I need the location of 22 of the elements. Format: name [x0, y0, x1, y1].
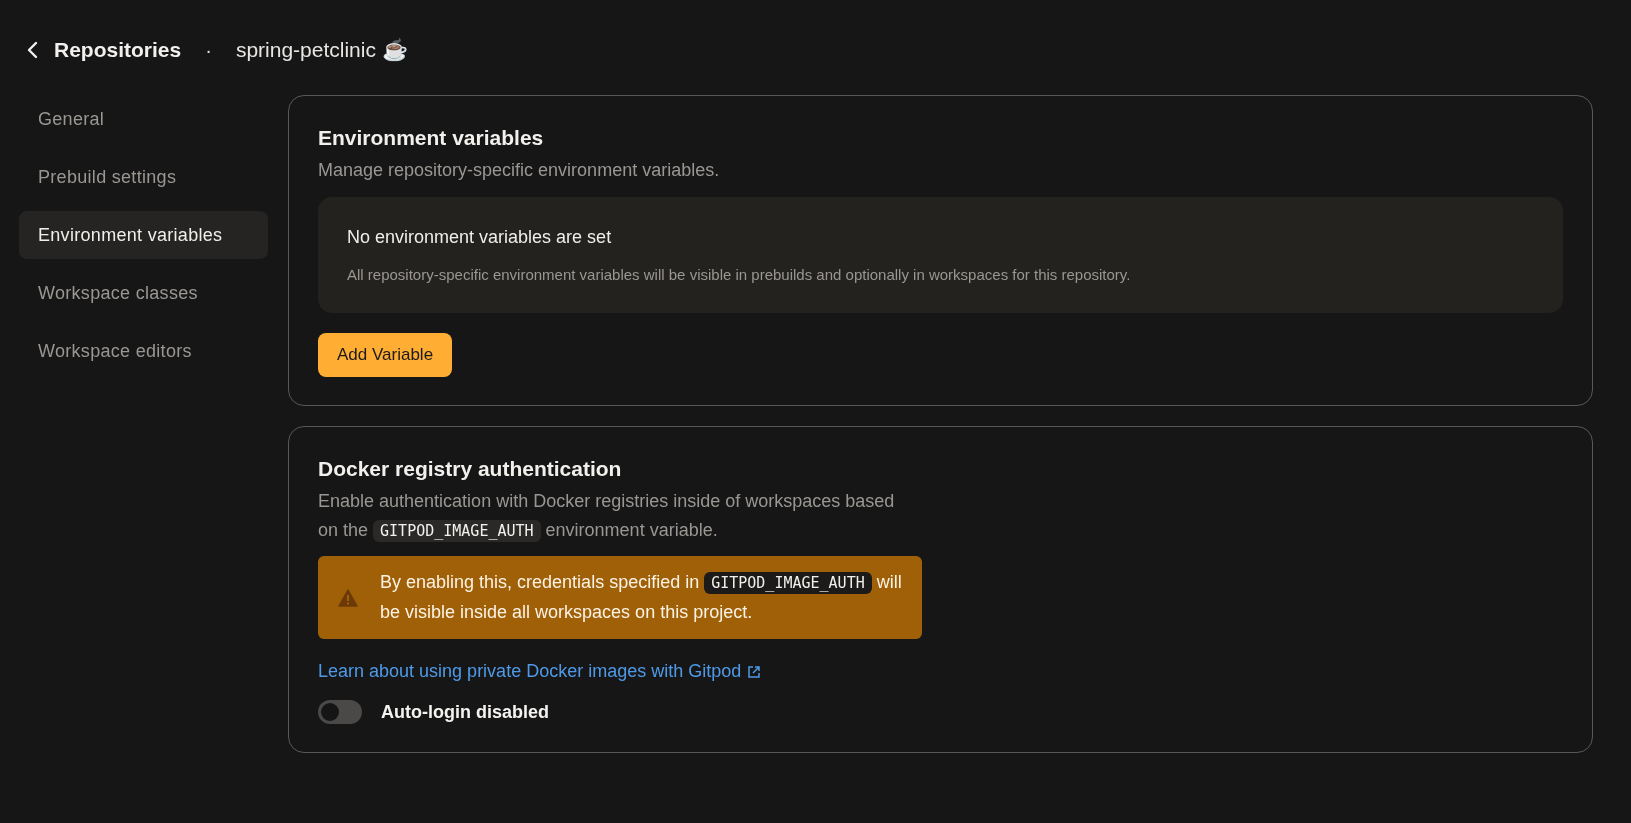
repository-name: spring-petclinic ☕ [235, 38, 408, 62]
sidebar-item[interactable]: Prebuild settings [19, 153, 268, 201]
empty-state-title: No environment variables are set [347, 227, 613, 248]
sidebar-item[interactable]: General [19, 95, 268, 143]
warning-text: By enabling this, credentials specified in GITPOD_IMAGE_AUTH will be visible inside all workspaces on this project. [380, 571, 902, 624]
add-variable-button[interactable]: Add Variable [318, 333, 453, 377]
back-link[interactable]: Repositories [54, 38, 182, 62]
section-title: Docker registry authentication [318, 457, 623, 481]
toggle-switch[interactable] [318, 700, 362, 724]
sidebar-item[interactable]: Workspace classes [19, 269, 268, 317]
docs-link[interactable]: Learn about using private Docker images with Gitpod [318, 661, 762, 682]
sidebar-item[interactable]: Environment variables [19, 211, 268, 259]
breadcrumb-separator: · [205, 38, 212, 62]
external-link-icon [747, 664, 762, 679]
toggle-label: Auto-login disabled [381, 701, 549, 723]
warning-icon [338, 588, 358, 607]
section-description: Manage repository-specific environment variables. [318, 159, 721, 182]
section-description: Enable authentication with Docker registries inside of workspaces based on the GITPOD_IMAGE_AUTH environment variable. [318, 490, 896, 544]
back-chevron-icon[interactable] [26, 41, 40, 59]
empty-state-text: All repository-specific environment variables will be visible in prebuilds and optionally in workspaces for this repository. [347, 266, 1132, 283]
sidebar-item[interactable]: Workspace editors [19, 327, 268, 375]
section-title: Environment variables [318, 126, 545, 150]
